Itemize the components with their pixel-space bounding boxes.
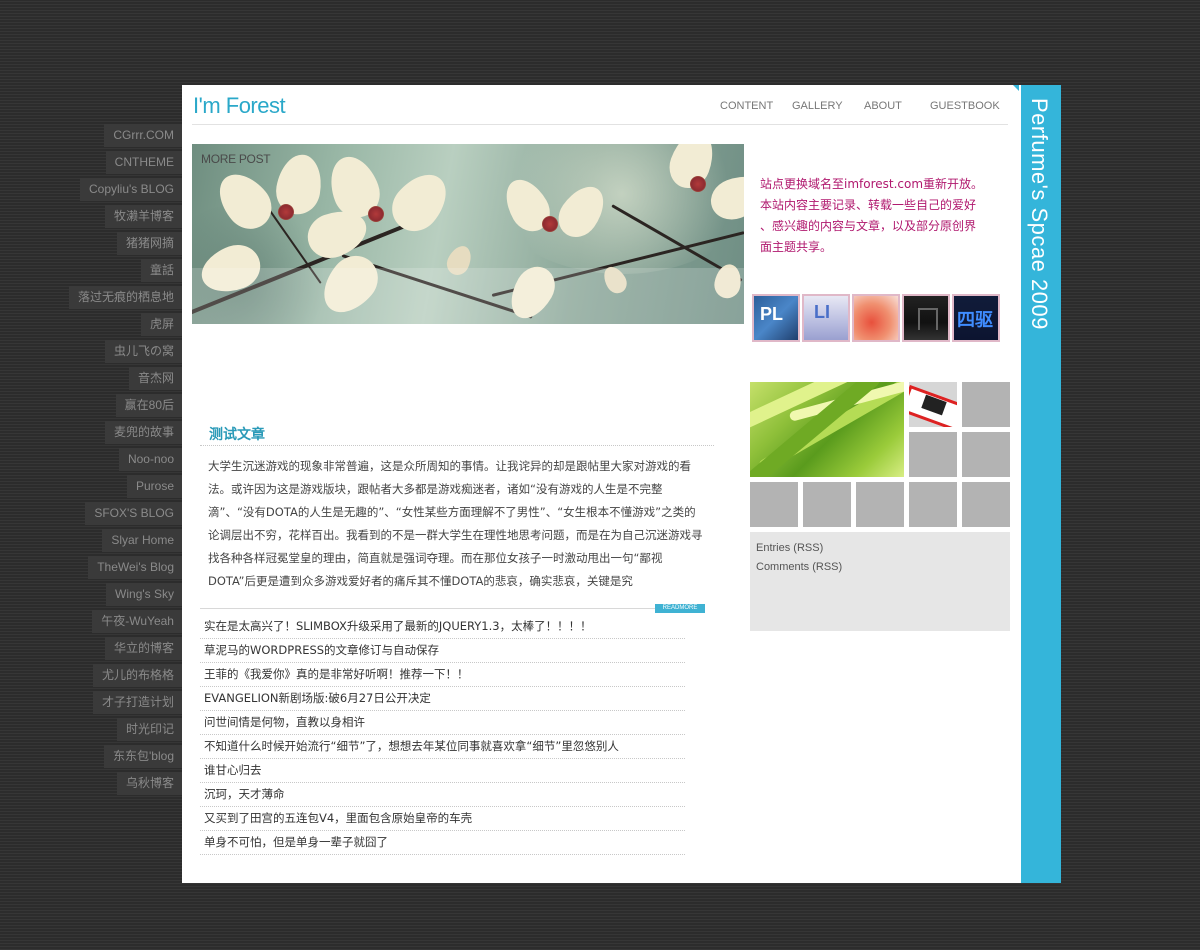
blogroll-link[interactable]: SFOX'S BLOG: [85, 502, 182, 525]
post-list-item[interactable]: 单身不可怕，但是单身一辈子就囧了: [200, 831, 685, 855]
notice-line: 面主题共享。: [760, 240, 833, 254]
post-list-item[interactable]: 草泥马的WORDPRESS的文章修订与自动保存: [200, 639, 685, 663]
thumbnail-1[interactable]: PL: [752, 294, 800, 342]
post-title[interactable]: 测试文章: [209, 424, 265, 444]
gallery-thumb-racing[interactable]: [909, 382, 957, 427]
rss-entries-link[interactable]: Entries (RSS): [756, 542, 823, 554]
blogroll-link[interactable]: Copyliu's BLOG: [80, 178, 182, 201]
blogroll-link[interactable]: CGrrr.COM: [104, 124, 182, 147]
gallery-featured-image[interactable]: [750, 382, 904, 477]
sidebar-title: Perfume's Spcae 2009: [1027, 98, 1052, 330]
blogroll-link[interactable]: 麦兜的故事: [104, 421, 182, 444]
post-list-item[interactable]: 谁甘心归去: [200, 759, 685, 783]
hero-banner[interactable]: MORE POST: [192, 144, 744, 324]
gallery-cell[interactable]: [803, 482, 851, 527]
gallery-cell[interactable]: [750, 482, 798, 527]
blogroll-link[interactable]: 时光印记: [116, 718, 182, 741]
rss-comments-link[interactable]: Comments (RSS): [756, 561, 842, 573]
post-list-item[interactable]: 实在是太高兴了！SLIMBOX升级采用了最新的JQUERY1.3，太棒了！！！！: [200, 615, 685, 639]
notice-line: 、感兴趣的内容与文章，以及部分原创界: [760, 219, 977, 233]
blogroll-link[interactable]: 东东包'blog: [104, 745, 182, 768]
blogroll-link[interactable]: CNTHEME: [105, 151, 182, 174]
post-title-divider: [200, 445, 714, 446]
site-notice: 站点更换域名至imforest.com重新开放。 本站内容主要记录、转载一些自己…: [760, 174, 1000, 258]
rss-box: Entries (RSS) Comments (RSS): [750, 532, 1010, 631]
gallery-cell[interactable]: [909, 432, 957, 477]
post-list-item[interactable]: 问世间情是何物，直教以身相许: [200, 711, 685, 735]
blogroll-link[interactable]: 虫儿飞の窝: [104, 340, 182, 363]
nav-content[interactable]: CONTENT: [720, 100, 773, 112]
hero-label[interactable]: MORE POST: [201, 152, 271, 166]
blogroll-link[interactable]: 乌秋博客: [116, 772, 182, 795]
nav-guestbook[interactable]: GUESTBOOK: [930, 100, 1000, 112]
blogroll-link[interactable]: 音杰网: [128, 367, 182, 390]
gallery-cell[interactable]: [962, 432, 1010, 477]
notice-line: 本站内容主要记录、转载一些自己的爱好: [760, 198, 977, 212]
blogroll-link[interactable]: 猪猪网摘: [116, 232, 182, 255]
blogroll-link[interactable]: 华立的博客: [104, 637, 182, 660]
blogroll-link[interactable]: 虎屏: [140, 313, 182, 336]
post-list-item[interactable]: 沉珂，天才薄命: [200, 783, 685, 807]
blogroll-link[interactable]: 落过无痕的栖息地: [68, 286, 182, 309]
post-list-item[interactable]: 又买到了田宫的五连包V4，里面包含原始皇帝的车壳: [200, 807, 685, 831]
blogroll-link[interactable]: 才子打造计划: [92, 691, 182, 714]
blogroll-link[interactable]: 童話: [140, 259, 182, 282]
header-divider: [192, 124, 1008, 125]
post-list-item[interactable]: 不知道什么时候开始流行“细节”了，想想去年某位同事就喜欢拿“细节”里忽悠别人: [200, 735, 685, 759]
blogroll-link[interactable]: TheWei's Blog: [88, 556, 182, 579]
thumbnail-3[interactable]: [852, 294, 900, 342]
blogroll-link[interactable]: Slyar Home: [102, 529, 182, 552]
gallery-cell[interactable]: [962, 382, 1010, 427]
strip-notch: [1013, 85, 1019, 91]
post-excerpt: 大学生沉迷游戏的现象非常普遍，这是众所周知的事情。让我诧异的却是跟帖里大家对游戏…: [208, 459, 703, 588]
blogroll-link[interactable]: Noo-noo: [118, 448, 182, 471]
readmore-divider: [200, 608, 660, 609]
blogroll-link[interactable]: Purose: [126, 475, 182, 498]
gallery-cell[interactable]: [962, 482, 1010, 527]
blogroll-link[interactable]: 午夜-WuYeah: [92, 610, 182, 633]
gallery-cell[interactable]: [909, 482, 957, 527]
thumbnail-5[interactable]: 四驱: [952, 294, 1000, 342]
nav-gallery[interactable]: GALLERY: [792, 100, 843, 112]
gallery-cell[interactable]: [856, 482, 904, 527]
notice-line: 站点更换域名至imforest.com重新开放。: [760, 177, 984, 191]
blogroll-link[interactable]: 赢在80后: [115, 394, 182, 417]
blogroll-link[interactable]: Wing's Sky: [106, 583, 182, 606]
thumbnail-4[interactable]: [902, 294, 950, 342]
thumbnail-2[interactable]: LI: [802, 294, 850, 342]
main-panel: I'm Forest CONTENT GALLERY ABOUT GUESTBO…: [182, 85, 1021, 883]
recent-posts-list: 实在是太高兴了！SLIMBOX升级采用了最新的JQUERY1.3，太棒了！！！！…: [200, 615, 685, 855]
readmore-button[interactable]: READMORE: [655, 604, 705, 613]
blogroll-link[interactable]: 牧濑羊博客: [104, 205, 182, 228]
blogroll-link[interactable]: 尤儿的布格格: [92, 664, 182, 687]
main-nav: CONTENT GALLERY ABOUT GUESTBOOK: [182, 100, 1021, 114]
post-list-item[interactable]: 王菲的《我爱你》真的是非常好听啊！推荐一下！！: [200, 663, 685, 687]
nav-about[interactable]: ABOUT: [864, 100, 902, 112]
post-list-item[interactable]: EVANGELION新剧场版:破6月27日公开决定: [200, 687, 685, 711]
